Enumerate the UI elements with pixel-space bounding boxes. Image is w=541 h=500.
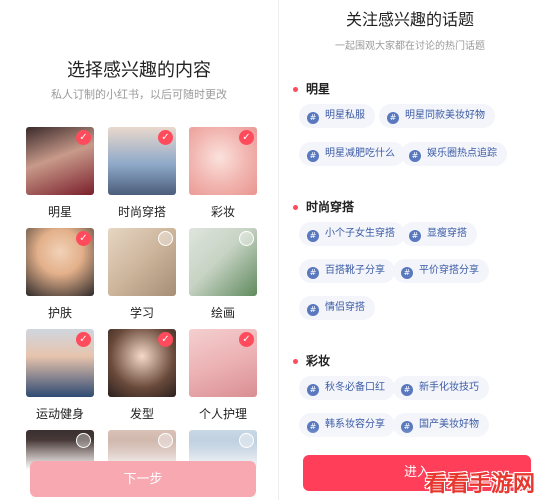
watermark-logo: 看看手游网 — [424, 472, 535, 497]
page-title: 选择感兴趣的内容 — [67, 60, 211, 81]
category-label: 绘画 — [210, 306, 235, 320]
category-label: 发型 — [129, 407, 154, 421]
check-icon: ✓ — [158, 130, 173, 145]
hashtag-icon: # — [307, 267, 319, 279]
hashtag-icon: # — [307, 150, 319, 162]
category-card-hairstyle[interactable]: ✓ 发型 — [108, 329, 176, 421]
category-card-study[interactable]: 学习 — [108, 228, 176, 320]
section-header-fashion: 时尚穿搭 — [293, 198, 354, 215]
hashtag-icon: # — [307, 384, 319, 396]
topic-chip[interactable]: # 小个子女生穿搭 — [299, 222, 405, 246]
bullet-dot-icon — [293, 205, 298, 210]
category-label: 明星 — [47, 205, 72, 219]
section-header-star: 明星 — [293, 80, 330, 97]
hashtag-icon: # — [409, 150, 421, 162]
category-label: 个人护理 — [198, 407, 247, 421]
hashtag-icon: # — [307, 230, 319, 242]
next-button[interactable]: 下一步 — [30, 461, 256, 497]
category-card-star[interactable]: ✓ 明星 — [26, 127, 94, 219]
check-icon: ✓ — [158, 332, 173, 347]
topic-chip[interactable]: # 平价穿搭分享 — [393, 259, 489, 283]
interest-selection-screen: 选择感兴趣的内容 私人订制的小红书，以后可随时更改 ✓ 明星 ✓ 时尚穿搭 ✓ … — [0, 0, 278, 500]
check-icon: ✓ — [76, 231, 91, 246]
section-header-makeup: 彩妆 — [293, 352, 330, 369]
hashtag-icon: # — [387, 112, 399, 124]
hashtag-icon: # — [409, 230, 421, 242]
hashtag-icon: # — [401, 384, 413, 396]
unchecked-icon — [239, 231, 254, 246]
category-card-skincare[interactable]: ✓ 护肤 — [26, 228, 94, 320]
topic-chip[interactable]: # 秋冬必备口红 — [299, 376, 395, 400]
topic-follow-screen: 关注感兴趣的话题 一起围观大家都在讨论的热门话题 明星 # 明星私服 # 明星同款美… — [278, 0, 541, 500]
topic-chip[interactable]: # 明星同款美妆好物 — [379, 104, 495, 128]
topic-chip[interactable]: # 百搭靴子分享 — [299, 259, 395, 283]
hashtag-icon: # — [307, 112, 319, 124]
category-label: 时尚穿搭 — [117, 205, 166, 219]
bullet-dot-icon — [293, 359, 298, 364]
check-icon: ✓ — [76, 332, 91, 347]
topic-chip[interactable]: # 明星减肥吃什么 — [299, 142, 405, 166]
category-card-fashion[interactable]: ✓ 时尚穿搭 — [108, 127, 176, 219]
hashtag-icon: # — [401, 267, 413, 279]
topic-chip[interactable]: # 新手化妆技巧 — [393, 376, 489, 400]
category-card-personal-care[interactable]: ✓ 个人护理 — [189, 329, 257, 421]
category-label: 护肤 — [47, 306, 72, 320]
hashtag-icon: # — [307, 304, 319, 316]
category-card-makeup[interactable]: ✓ 彩妆 — [189, 127, 257, 219]
category-label: 运动健身 — [35, 407, 84, 421]
bullet-dot-icon — [293, 87, 298, 92]
check-icon: ✓ — [76, 130, 91, 145]
page-subtitle: 私人订制的小红书，以后可随时更改 — [51, 88, 227, 101]
page-subtitle: 一起围观大家都在讨论的热门话题 — [335, 41, 485, 52]
topic-chip[interactable]: # 明星私服 — [299, 104, 375, 128]
check-icon: ✓ — [239, 130, 254, 145]
category-card-painting[interactable]: 绘画 — [189, 228, 257, 320]
check-icon: ✓ — [239, 332, 254, 347]
page-title: 关注感兴趣的话题 — [345, 10, 474, 29]
topic-chip[interactable]: # 显瘦穿搭 — [401, 222, 477, 246]
category-label: 学习 — [129, 306, 154, 320]
category-card-fitness[interactable]: ✓ 运动健身 — [26, 329, 94, 421]
unchecked-icon — [158, 231, 173, 246]
topic-chip[interactable]: # 情侣穿搭 — [299, 296, 375, 320]
category-label: 彩妆 — [210, 205, 235, 219]
topic-chip[interactable]: # 娱乐圈热点追踪 — [401, 142, 507, 166]
